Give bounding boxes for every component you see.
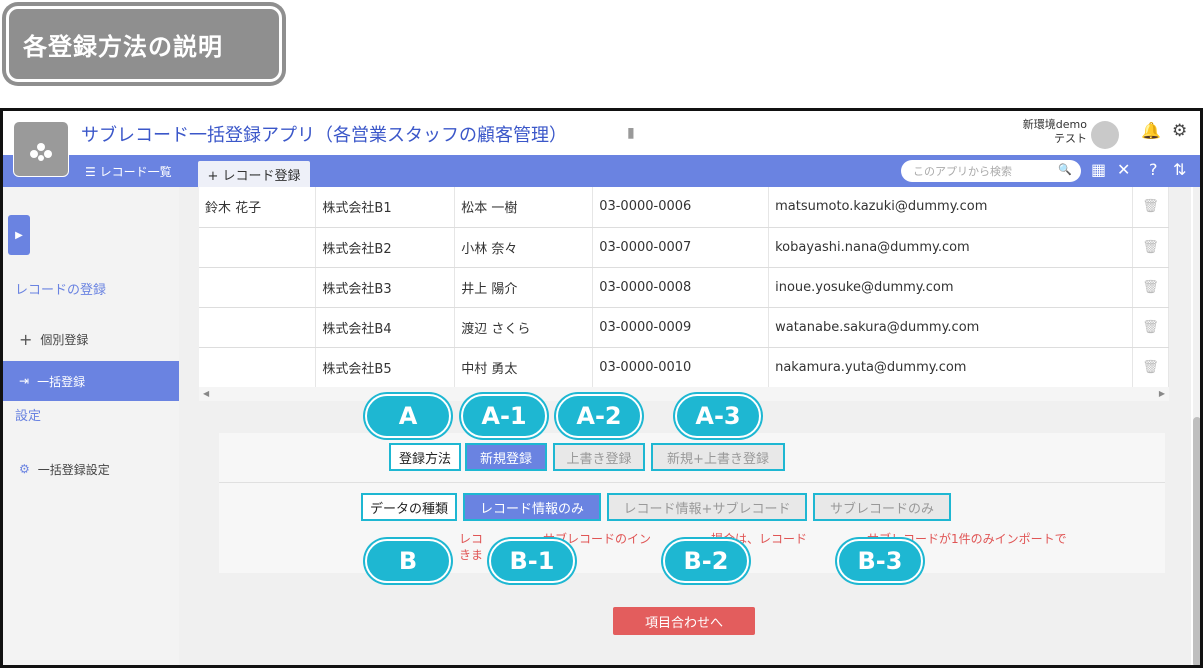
record-table: 鈴木 花子 株式会社B1 松本 一樹 03-0000-0006 matsumoto.ka… bbox=[199, 187, 1170, 401]
help-icon[interactable]: ? bbox=[1149, 160, 1158, 179]
sync-icon[interactable]: ⇅ bbox=[1173, 160, 1186, 179]
sidebar-item-bulk[interactable]: ⇥ 一括登録 bbox=[3, 361, 179, 401]
sidebar-item-label: 一括登録 bbox=[37, 374, 86, 389]
table-row: 株式会社B2 小林 奈々 03-0000-0007 kobayashi.nana@du… bbox=[199, 227, 1170, 268]
callout-a3: A-3 bbox=[675, 394, 761, 438]
qr-icon[interactable]: ▦ bbox=[1091, 160, 1106, 179]
sidebar-item-label: 一括登録設定 bbox=[37, 462, 110, 477]
top-bar: サブレコード一括登録アプリ（各営業スタッフの顧客管理） ▮ 新環境demo テス… bbox=[3, 111, 1200, 155]
trash-icon[interactable]: 🗑 bbox=[1132, 307, 1170, 348]
cell-email[interactable]: matsumoto.kazuki@dummy.com bbox=[768, 187, 1133, 228]
search-placeholder: このアプリから検索 bbox=[913, 165, 1012, 178]
cell-company[interactable]: 株式会社B4 bbox=[315, 307, 456, 348]
sidebar-toggle[interactable]: ▶ bbox=[8, 215, 30, 255]
cell-company[interactable]: 株式会社B5 bbox=[315, 347, 456, 388]
callout-b2: B-2 bbox=[663, 539, 749, 583]
avatar[interactable] bbox=[1091, 121, 1119, 149]
sidebar-item-label: 個別登録 bbox=[40, 332, 89, 347]
method-new-button[interactable]: 新規登録 bbox=[465, 443, 547, 471]
cell-phone[interactable]: 03-0000-0009 bbox=[592, 307, 770, 348]
sidebar-item-single[interactable]: + 個別登録 bbox=[3, 319, 179, 359]
table-row: 株式会社B5 中村 勇太 03-0000-0010 nakamura.yuta@dum… bbox=[199, 347, 1170, 388]
cell-phone[interactable]: 03-0000-0010 bbox=[592, 347, 770, 388]
tab-record-register[interactable]: + レコード登録 bbox=[198, 161, 310, 187]
subrecord-table: 鈴木 花子 株式会社B1 松本 一樹 03-0000-0006 matsumoto.ka… bbox=[199, 187, 1170, 388]
scroll-thumb[interactable] bbox=[1193, 417, 1200, 665]
cell-name[interactable] bbox=[199, 347, 317, 388]
gear-icon: ⚙ bbox=[19, 462, 30, 476]
table-row: 株式会社B3 井上 陽介 03-0000-0008 inoue.yosuke@dumm… bbox=[199, 267, 1170, 308]
plus-icon: + bbox=[19, 329, 33, 349]
search-icon[interactable]: 🔍 bbox=[1058, 163, 1072, 176]
table-row: 株式会社B4 渡辺 さくら 03-0000-0009 watanabe.sakura@… bbox=[199, 307, 1170, 348]
app-logo bbox=[13, 121, 69, 177]
sidebar-section-settings: 設定 bbox=[15, 409, 42, 424]
callout-a2: A-2 bbox=[556, 394, 642, 438]
nav-record-list[interactable]: ☰ レコード一覧 bbox=[85, 163, 172, 180]
heading-badge: 各登録方法の説明 bbox=[2, 2, 286, 86]
vertical-scrollbar[interactable] bbox=[1193, 187, 1200, 665]
cell-phone[interactable]: 03-0000-0006 bbox=[592, 187, 770, 228]
callout-b: B bbox=[365, 539, 451, 583]
type-record-only-button[interactable]: レコード情報のみ bbox=[463, 493, 601, 521]
sidebar-section-register: レコードの登録 bbox=[15, 283, 107, 298]
trash-icon[interactable]: 🗑 bbox=[1132, 267, 1170, 308]
page-root: 各登録方法の説明 サブレコード一括登録アプリ（各営業スタッフの顧客管理） ▮ 新… bbox=[0, 0, 1204, 668]
cell-name[interactable] bbox=[199, 227, 317, 268]
app-frame: サブレコード一括登録アプリ（各営業スタッフの顧客管理） ▮ 新環境demo テス… bbox=[0, 108, 1203, 668]
callout-a: A bbox=[365, 394, 451, 438]
table-row: 鈴木 花子 株式会社B1 松本 一樹 03-0000-0006 matsumoto.ka… bbox=[199, 187, 1170, 228]
cell-name[interactable] bbox=[199, 267, 317, 308]
bell-icon[interactable]: 🔔 bbox=[1141, 121, 1161, 140]
cell-email[interactable]: nakamura.yuta@dummy.com bbox=[768, 347, 1133, 388]
nav-bar: ☰ レコード一覧 + レコード登録 このアプリから検索 🔍 ▦ ✕ ? ⇅ bbox=[3, 155, 1200, 187]
app-logo-icon bbox=[30, 143, 52, 161]
cell-staff[interactable]: 井上 陽介 bbox=[454, 267, 594, 308]
cell-company[interactable]: 株式会社B1 bbox=[315, 187, 456, 228]
heading-text: 各登録方法の説明 bbox=[6, 6, 282, 82]
tools-icon[interactable]: ✕ bbox=[1117, 160, 1130, 179]
method-overwrite-button[interactable]: 上書き登録 bbox=[553, 443, 645, 471]
method-label: 登録方法 bbox=[389, 443, 461, 471]
cell-email[interactable]: kobayashi.nana@dummy.com bbox=[768, 227, 1133, 268]
app-title: サブレコード一括登録アプリ（各営業スタッフの顧客管理） bbox=[81, 125, 567, 146]
divider bbox=[219, 482, 1165, 483]
sidebar-item-bulk-settings[interactable]: ⚙ 一括登録設定 bbox=[3, 449, 179, 489]
gear-icon[interactable]: ⚙ bbox=[1172, 121, 1187, 141]
next-mapping-button[interactable]: 項目合わせへ bbox=[613, 607, 755, 635]
type-sub-only-button[interactable]: サブレコードのみ bbox=[813, 493, 951, 521]
cell-company[interactable]: 株式会社B2 bbox=[315, 227, 456, 268]
cell-staff[interactable]: 小林 奈々 bbox=[454, 227, 594, 268]
cell-name[interactable]: 鈴木 花子 bbox=[199, 187, 317, 228]
trash-icon[interactable]: 🗑 bbox=[1132, 187, 1170, 228]
callout-a1: A-1 bbox=[461, 394, 547, 438]
type-record-sub-button[interactable]: レコード情報+サブレコード bbox=[607, 493, 807, 521]
cell-company[interactable]: 株式会社B3 bbox=[315, 267, 456, 308]
user-env: 新環境demo bbox=[1022, 118, 1087, 131]
cell-phone[interactable]: 03-0000-0007 bbox=[592, 227, 770, 268]
method-both-button[interactable]: 新規+上書き登録 bbox=[651, 443, 785, 471]
cell-phone[interactable]: 03-0000-0008 bbox=[592, 267, 770, 308]
user-label: テスト bbox=[1054, 132, 1087, 145]
user-name[interactable]: 新環境demo テスト bbox=[1003, 118, 1087, 146]
bookmark-icon[interactable]: ▮ bbox=[627, 125, 635, 141]
cell-email[interactable]: watanabe.sakura@dummy.com bbox=[768, 307, 1133, 348]
cell-name[interactable] bbox=[199, 307, 317, 348]
cell-staff[interactable]: 松本 一樹 bbox=[454, 187, 594, 228]
callout-b1: B-1 bbox=[489, 539, 575, 583]
search-input[interactable]: このアプリから検索 🔍 bbox=[901, 160, 1081, 182]
trash-icon[interactable]: 🗑 bbox=[1132, 347, 1170, 388]
trash-icon[interactable]: 🗑 bbox=[1132, 227, 1170, 268]
data-type-label: データの種類 bbox=[361, 493, 457, 521]
import-icon: ⇥ bbox=[19, 374, 30, 388]
cell-staff[interactable]: 渡辺 さくら bbox=[454, 307, 594, 348]
cell-staff[interactable]: 中村 勇太 bbox=[454, 347, 594, 388]
cell-email[interactable]: inoue.yosuke@dummy.com bbox=[768, 267, 1133, 308]
sidebar: ▶ レコードの登録 + 個別登録 ⇥ 一括登録 設定 ⚙ 一括登録設定 bbox=[3, 187, 179, 665]
callout-b3: B-3 bbox=[837, 539, 923, 583]
